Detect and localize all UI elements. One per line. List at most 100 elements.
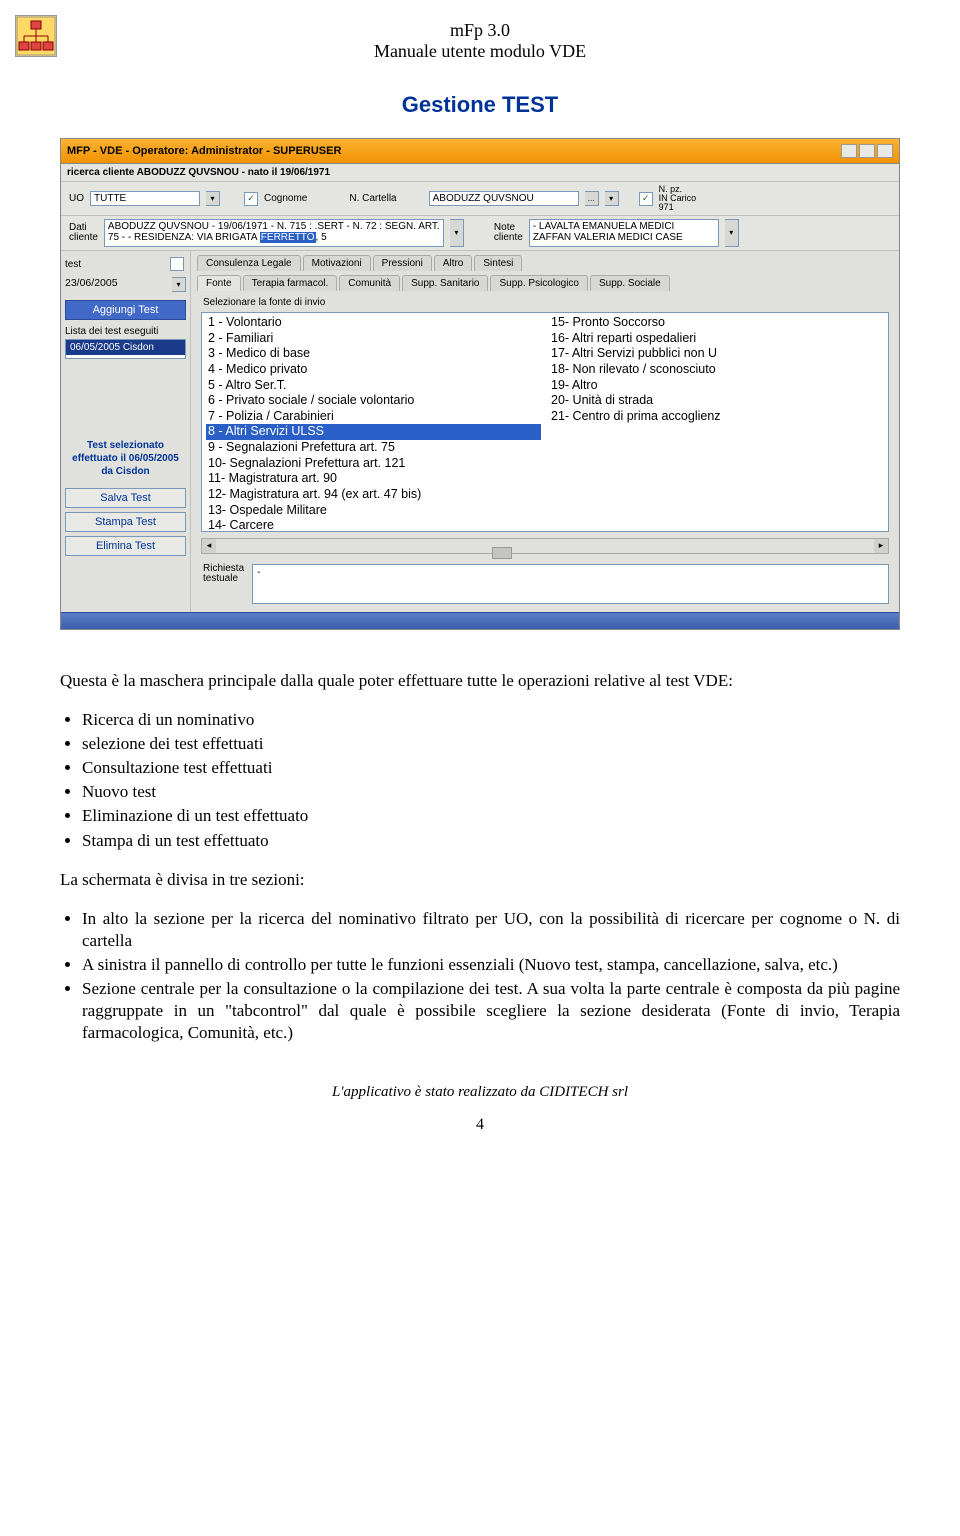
npz-value: 971 (659, 203, 697, 212)
tab-altro[interactable]: Altro (434, 255, 473, 271)
dropdown-icon[interactable]: ▾ (206, 191, 220, 206)
fonte-option[interactable]: 8 - Altri Servizi ULSS (206, 424, 541, 440)
dropdown-icon[interactable]: ▾ (172, 277, 186, 292)
fonte-option[interactable]: 6 - Privato sociale / sociale volontario (206, 393, 541, 409)
list-item: Stampa di un test effettuato (82, 830, 900, 852)
list-item: Nuovo test (82, 781, 900, 803)
dropdown-icon[interactable]: ▾ (605, 191, 619, 206)
test-list-item[interactable]: 06/05/2005 Cisdon (66, 340, 185, 355)
fonte-option[interactable]: 2 - Familiari (206, 331, 541, 347)
save-test-button[interactable]: Salva Test (65, 488, 186, 508)
status-bar (61, 612, 899, 629)
fonte-option[interactable]: 11- Magistratura art. 90 (206, 471, 541, 487)
dropdown-icon[interactable]: ▾ (725, 219, 739, 247)
scroll-thumb[interactable] (492, 547, 512, 559)
sections-paragraph: La schermata è divisa in tre sezioni: (60, 869, 900, 891)
tab-fonte[interactable]: Fonte (197, 275, 241, 291)
scroll-left-icon[interactable]: ◂ (202, 539, 216, 553)
filter-row-2: Dati cliente ABODUZZ QUVSNOU - 19/06/197… (61, 216, 899, 251)
fonte-option[interactable]: 18- Non rilevato / sconosciuto (549, 362, 884, 378)
fonte-listbox[interactable]: 1 - Volontario2 - Familiari3 - Medico di… (201, 312, 889, 532)
tab-supp-sanitario[interactable]: Supp. Sanitario (402, 275, 488, 291)
tab-sintesi[interactable]: Sintesi (474, 255, 522, 271)
window-titlebar: MFP - VDE - Operatore: Administrator - S… (61, 139, 899, 164)
tab-comunit-[interactable]: Comunità (339, 275, 400, 291)
fonte-option[interactable]: 15- Pronto Soccorso (549, 315, 884, 331)
doc-subtitle: Manuale utente modulo VDE (60, 41, 900, 62)
app-window: MFP - VDE - Operatore: Administrator - S… (60, 138, 900, 630)
fonte-option[interactable]: 20- Unità di strada (549, 393, 884, 409)
richiesta-label: Richiesta testuale (203, 564, 244, 584)
max-icon[interactable] (859, 144, 875, 158)
feature-list: Ricerca di un nominativoselezione dei te… (82, 709, 900, 852)
horizontal-scrollbar[interactable]: ◂ ▸ (201, 538, 889, 554)
fonte-option[interactable]: 17- Altri Servizi pubblici non U (549, 346, 884, 362)
test-tab-label[interactable]: test (65, 259, 81, 270)
list-item: selezione dei test effettuati (82, 733, 900, 755)
intro-paragraph: Questa è la maschera principale dalla qu… (60, 670, 900, 692)
sidebar: test 23/06/2005 ▾ Aggiungi Test Lista de… (61, 251, 191, 612)
uo-label: UO (69, 193, 84, 204)
client-name-field[interactable]: ABODUZZ QUVSNOU (429, 191, 579, 206)
richiesta-textarea[interactable]: - (252, 564, 889, 604)
fonte-option[interactable]: 21- Centro di prima accoglienz (549, 409, 884, 425)
list-item: A sinistra il pannello di controllo per … (82, 954, 900, 976)
fonte-section-label: Selezionare la fonte di invio (191, 291, 899, 310)
app-logo (15, 15, 57, 57)
tab-motivazioni[interactable]: Motivazioni (303, 255, 371, 271)
fonte-option[interactable]: 16- Altri reparti ospedalieri (549, 331, 884, 347)
fonte-option[interactable]: 13- Ospedale Militare (206, 503, 541, 519)
tab-supp-sociale[interactable]: Supp. Sociale (590, 275, 670, 291)
section-heading: Gestione TEST (60, 92, 900, 118)
dati-cliente-field[interactable]: ABODUZZ QUVSNOU - 19/06/1971 - N. 715 : … (104, 219, 444, 247)
cognome-label: Cognome (264, 193, 307, 204)
note-cliente-field[interactable]: - LAVALTA EMANUELA MEDICI ZAFFAN VALERIA… (529, 219, 719, 247)
filter-row-1: UO TUTTE ▾ ✓ Cognome N. Cartella ABODUZZ… (61, 182, 899, 216)
list-item: In alto la sezione per la ricerca del no… (82, 908, 900, 952)
dropdown-icon[interactable]: ... (585, 191, 599, 206)
content-pane: Consulenza LegaleMotivazioniPressioniAlt… (191, 251, 899, 612)
uo-field[interactable]: TUTTE (90, 191, 200, 206)
min-icon[interactable] (841, 144, 857, 158)
sections-list: In alto la sezione per la ricerca del no… (82, 908, 900, 1045)
fonte-option[interactable]: 14- Carcere (206, 518, 541, 531)
close-icon[interactable] (877, 144, 893, 158)
delete-test-button[interactable]: Elimina Test (65, 536, 186, 556)
footer-note: L'applicativo è stato realizzato da CIDI… (60, 1084, 900, 1101)
npz-checkbox[interactable]: ✓ (639, 192, 653, 206)
add-test-button[interactable]: Aggiungi Test (65, 300, 186, 320)
fonte-option[interactable]: 9 - Segnalazioni Prefettura art. 75 (206, 440, 541, 456)
fonte-option[interactable]: 5 - Altro Ser.T. (206, 378, 541, 394)
tabs-row-top: Consulenza LegaleMotivazioniPressioniAlt… (191, 251, 899, 271)
test-list[interactable]: 06/05/2005 Cisdon (65, 339, 186, 359)
fonte-option[interactable]: 12- Magistratura art. 94 (ex art. 47 bis… (206, 487, 541, 503)
list-item: Sezione centrale per la consultazione o … (82, 978, 900, 1044)
tabs-row-bottom: FonteTerapia farmacol.ComunitàSupp. Sani… (191, 271, 899, 291)
collapse-icon[interactable] (170, 257, 184, 271)
fonte-option[interactable]: 19- Altro (549, 378, 884, 394)
fonte-option[interactable]: 7 - Polizia / Carabinieri (206, 409, 541, 425)
doc-title: mFp 3.0 (60, 20, 900, 41)
search-strip: ricerca cliente ABODUZZ QUVSNOU - nato i… (61, 164, 899, 182)
test-list-label: Lista dei test eseguiti (65, 326, 186, 337)
highlighted-text: FERRETTO (260, 232, 316, 243)
dati-cliente-label: Dati cliente (69, 223, 98, 243)
tab-terapia-farmacol-[interactable]: Terapia farmacol. (243, 275, 338, 291)
fonte-option[interactable]: 1 - Volontario (206, 315, 541, 331)
test-selected-info: Test selezionato effettuato il 06/05/200… (65, 439, 186, 478)
dropdown-icon[interactable]: ▾ (450, 219, 464, 247)
ncartella-label: N. Cartella (349, 193, 396, 204)
cognome-checkbox[interactable]: ✓ (244, 192, 258, 206)
page-number: 4 (60, 1116, 900, 1134)
tab-consulenza-legale[interactable]: Consulenza Legale (197, 255, 301, 271)
fonte-option[interactable]: 10- Segnalazioni Prefettura art. 121 (206, 456, 541, 472)
scroll-right-icon[interactable]: ▸ (874, 539, 888, 553)
tab-pressioni[interactable]: Pressioni (373, 255, 432, 271)
list-item: Eliminazione di un test effettuato (82, 805, 900, 827)
list-item: Consultazione test effettuati (82, 757, 900, 779)
tab-supp-psicologico[interactable]: Supp. Psicologico (490, 275, 588, 291)
print-test-button[interactable]: Stampa Test (65, 512, 186, 532)
fonte-option[interactable]: 4 - Medico privato (206, 362, 541, 378)
fonte-option[interactable]: 3 - Medico di base (206, 346, 541, 362)
test-date-field[interactable]: 23/06/2005 (65, 277, 172, 292)
